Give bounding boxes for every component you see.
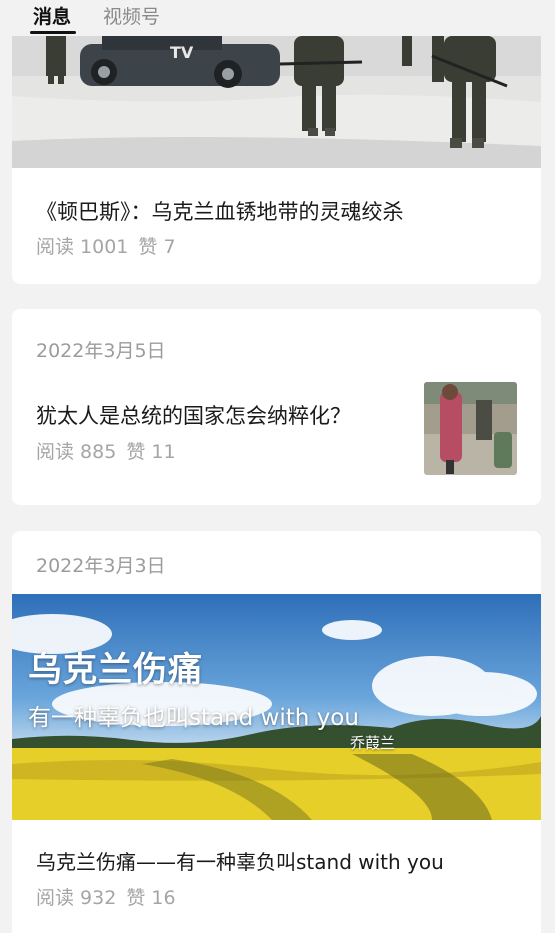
read-count: 阅读 1001 — [36, 236, 129, 258]
car-tv-label: TV — [170, 43, 194, 62]
banner-title: 乌克兰伤痛 — [28, 650, 203, 690]
like-count: 赞 7 — [138, 236, 176, 258]
article-cover-image[interactable]: TV — [12, 36, 541, 168]
like-count: 赞 11 — [126, 441, 176, 463]
article-thumbnail[interactable] — [424, 382, 517, 475]
read-count: 阅读 932 — [36, 887, 117, 909]
tab-messages[interactable]: 消息 — [33, 5, 71, 29]
banner-subtitle: 有一种辜负也叫stand with you — [28, 705, 359, 731]
article-card[interactable]: TV 《顿巴斯》：乌克兰血锈地带的灵魂绞杀 阅读 1001 赞 7 — [12, 36, 541, 284]
article-card[interactable]: 2022年3月5日 犹太人是总统的国家怎会纳粹化？ 阅读 885 赞 11 — [12, 309, 541, 505]
active-tab-indicator — [30, 31, 76, 34]
banner-author: 乔葭兰 — [350, 734, 396, 752]
article-title[interactable]: 犹太人是总统的国家怎会纳粹化？ — [36, 400, 351, 430]
publish-date: 2022年3月3日 — [36, 555, 166, 577]
publish-date: 2022年3月5日 — [36, 340, 166, 362]
tab-channels[interactable]: 视频号 — [103, 5, 160, 29]
article-card[interactable]: 2022年3月3日 乌克兰伤痛 有一种辜负也叫stand with you 乔葭… — [12, 531, 541, 933]
article-title[interactable]: 乌克兰伤痛——有一种辜负叫stand with you — [36, 846, 444, 875]
like-count: 赞 16 — [126, 887, 176, 909]
article-stats: 阅读 1001 赞 7 — [36, 232, 186, 259]
article-stats: 阅读 885 赞 11 — [36, 437, 186, 464]
article-banner-image[interactable]: 乌克兰伤痛 有一种辜负也叫stand with you 乔葭兰 — [12, 594, 541, 820]
read-count: 阅读 885 — [36, 441, 117, 463]
top-tab-bar: 消息 视频号 — [0, 0, 555, 36]
article-stats: 阅读 932 赞 16 — [36, 883, 186, 910]
article-title[interactable]: 《顿巴斯》：乌克兰血锈地带的灵魂绞杀 — [36, 196, 404, 226]
